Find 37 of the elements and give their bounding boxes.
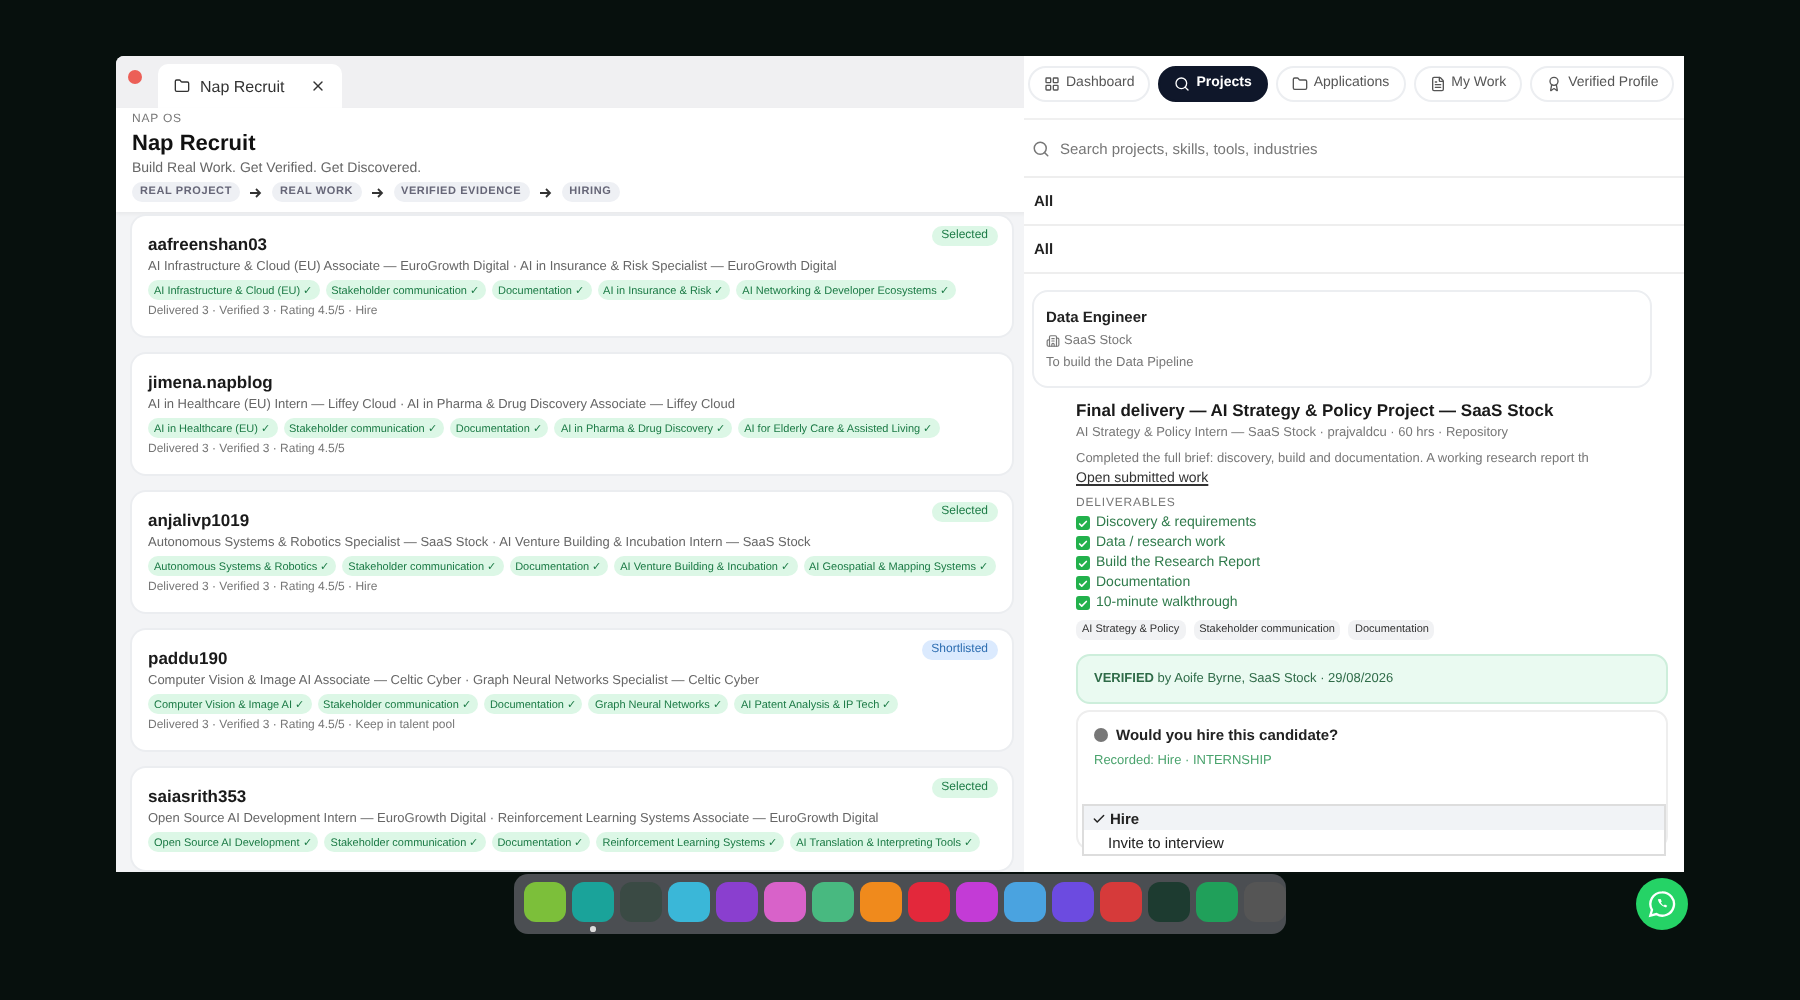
candidate-card[interactable]	[132, 492, 1012, 612]
candidate-card[interactable]	[132, 768, 1012, 870]
delivery-title: Final delivery — AI Strategy & Policy Project — SaaS Stock	[1076, 400, 1556, 420]
tab-title: Nap Recruit	[200, 77, 285, 95]
candidate-name: jimena.napblog	[148, 372, 273, 392]
search-icon	[1174, 75, 1191, 91]
check-icon	[1092, 811, 1106, 825]
document-icon	[1429, 75, 1446, 91]
checkbox[interactable]	[1076, 576, 1090, 590]
checkbox[interactable]	[1076, 516, 1090, 530]
candidate-card[interactable]	[132, 354, 1012, 474]
browser-tab[interactable]: Nap Recruit	[158, 64, 343, 108]
candidate-name: aafreenshan03	[148, 234, 268, 254]
checkbox[interactable]	[1076, 536, 1090, 550]
building-icon	[1046, 334, 1060, 348]
candidate-name: anjalivp1019	[148, 510, 250, 530]
candidate-name: saiasrith353	[148, 786, 247, 806]
dot-icon	[1094, 728, 1108, 742]
folder-icon	[1291, 75, 1308, 91]
checkbox[interactable]	[1076, 596, 1090, 610]
award-icon	[1546, 75, 1563, 91]
candidate-card[interactable]	[132, 630, 1012, 750]
close-icon[interactable]	[310, 78, 327, 94]
candidate-name: paddu190	[148, 648, 228, 668]
app-icon[interactable]	[572, 877, 614, 931]
grid-icon	[1044, 75, 1060, 91]
candidate-card[interactable]	[132, 216, 1012, 336]
checkbox[interactable]	[1076, 556, 1090, 570]
arrow-icon	[371, 187, 383, 197]
app-title: Nap Recruit	[132, 132, 258, 156]
folder-icon	[174, 78, 190, 94]
arrow-icon	[249, 187, 262, 197]
chat-button[interactable]	[1636, 878, 1688, 930]
phone-bubble-icon	[1648, 890, 1676, 918]
close-dot-icon[interactable]	[128, 69, 142, 83]
arrow-icon	[539, 187, 552, 197]
search-icon	[1032, 139, 1050, 157]
